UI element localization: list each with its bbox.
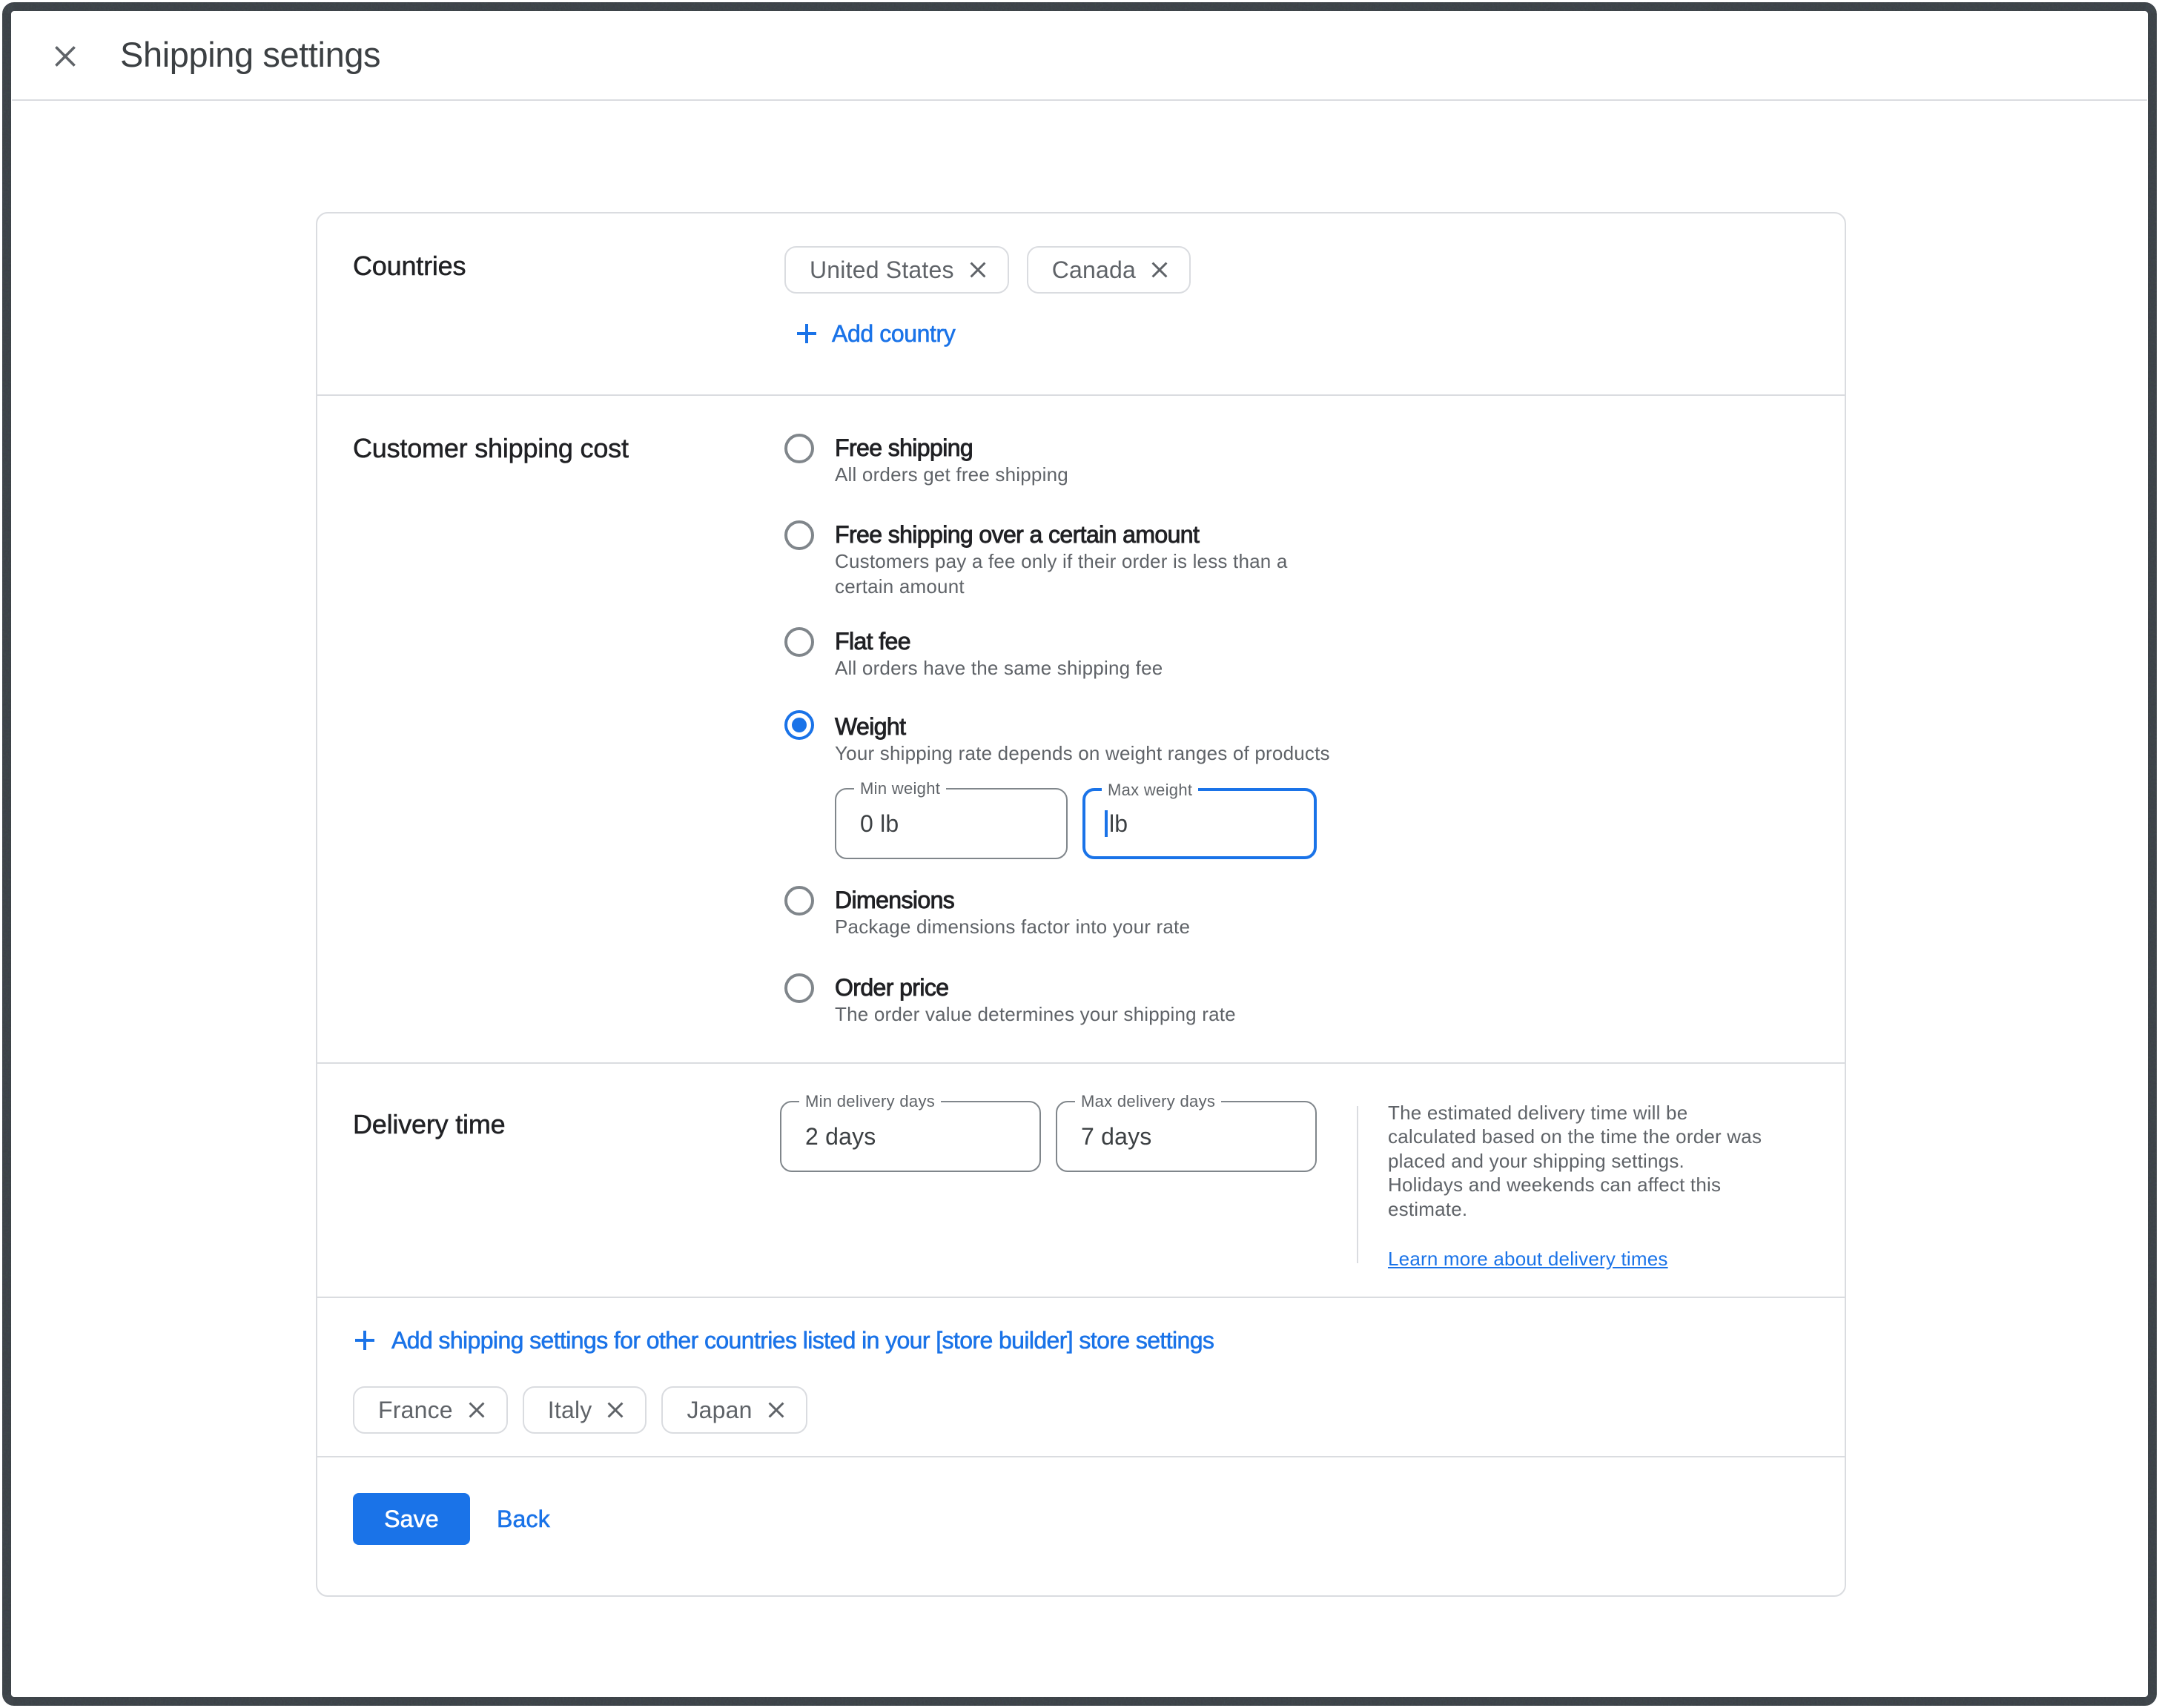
min-delivery-field[interactable]: Min delivery days 2 days [780, 1101, 1041, 1172]
option-desc: Customers pay a fee only if their order … [835, 549, 1288, 599]
option-desc: All orders have the same shipping fee [835, 655, 1163, 681]
delivery-time-section: Delivery time Min delivery days 2 days M… [317, 1064, 1845, 1298]
radio-unselected[interactable] [784, 520, 814, 550]
remove-chip-icon[interactable] [767, 1401, 785, 1419]
plus-icon [796, 323, 817, 344]
max-weight-value: lb [1105, 791, 1128, 856]
add-country-button[interactable]: Add country [784, 319, 1191, 348]
min-weight-field[interactable]: Min weight 0 lb [835, 788, 1068, 859]
delivery-note: The estimated delivery time will be calc… [1388, 1101, 1877, 1271]
option-label: Weight [835, 712, 1330, 741]
option-weight[interactable]: Weight Your shipping rate depends on wei… [784, 712, 1330, 859]
plus-icon [354, 1330, 375, 1351]
add-shipping-settings-label: Add shipping settings for other countrie… [391, 1325, 1214, 1355]
chip-label: Italy [548, 1397, 592, 1424]
option-label: Free shipping [835, 434, 1068, 462]
chip-united-states[interactable]: United States [784, 246, 1009, 294]
radio-unselected[interactable] [784, 434, 814, 463]
close-icon[interactable] [55, 46, 76, 67]
remove-chip-icon[interactable] [969, 261, 987, 279]
save-button[interactable]: Save [353, 1493, 470, 1545]
chip-france[interactable]: France [353, 1386, 508, 1434]
countries-label: Countries [353, 246, 784, 394]
shipping-cost-options: Free shipping All orders get free shippi… [784, 428, 1330, 1062]
min-weight-value: 0 lb [860, 790, 899, 858]
add-country-label: Add country [832, 319, 955, 348]
learn-more-link[interactable]: Learn more about delivery times [1388, 1247, 1668, 1271]
remove-chip-icon[interactable] [468, 1401, 486, 1419]
delivery-time-label: Delivery time [353, 1096, 784, 1297]
option-order-price[interactable]: Order price The order value determines y… [784, 973, 1330, 1027]
min-delivery-value: 2 days [805, 1102, 876, 1171]
other-countries-section: Add shipping settings for other countrie… [317, 1298, 1845, 1457]
option-label: Dimensions [835, 886, 1190, 914]
chip-label: Canada [1052, 256, 1136, 284]
other-country-chips: France Italy Japan [353, 1386, 1809, 1434]
vertical-divider [1357, 1106, 1358, 1263]
back-link[interactable]: Back [497, 1493, 550, 1545]
chip-japan[interactable]: Japan [661, 1386, 807, 1434]
radio-unselected[interactable] [784, 973, 814, 1003]
option-label: Free shipping over a certain amount [835, 520, 1288, 549]
shipping-cost-label: Customer shipping cost [353, 428, 784, 1062]
remove-chip-icon[interactable] [1151, 261, 1168, 279]
delivery-fields: Min delivery days 2 days Max delivery da… [780, 1101, 1317, 1297]
option-free-over-amount[interactable]: Free shipping over a certain amount Cust… [784, 520, 1330, 599]
remove-chip-icon[interactable] [606, 1401, 624, 1419]
settings-card: Countries United States Canada Add count… [316, 212, 1846, 1597]
shipping-cost-section: Customer shipping cost Free shipping All… [317, 396, 1845, 1064]
chip-label: Japan [687, 1397, 752, 1424]
radio-unselected[interactable] [784, 627, 814, 657]
page-title: Shipping settings [120, 10, 380, 99]
option-free-shipping[interactable]: Free shipping All orders get free shippi… [784, 434, 1330, 487]
header: Shipping settings [12, 12, 2147, 101]
option-desc: All orders get free shipping [835, 462, 1068, 487]
option-desc: Package dimensions factor into your rate [835, 914, 1190, 939]
delivery-note-text: The estimated delivery time will be calc… [1388, 1101, 1877, 1221]
option-desc: The order value determines your shipping… [835, 1002, 1236, 1027]
countries-section: Countries United States Canada Add count… [317, 214, 1845, 396]
text-caret [1105, 810, 1108, 837]
chip-label: France [378, 1397, 453, 1424]
add-shipping-settings-button[interactable]: Add shipping settings for other countrie… [354, 1325, 1809, 1355]
radio-selected[interactable] [784, 710, 814, 740]
option-label: Flat fee [835, 627, 1163, 655]
footer-section: Save Back [317, 1457, 1845, 1595]
chip-label: United States [810, 256, 954, 284]
option-flat-fee[interactable]: Flat fee All orders have the same shippi… [784, 627, 1330, 681]
chip-canada[interactable]: Canada [1027, 246, 1191, 294]
option-desc: Your shipping rate depends on weight ran… [835, 741, 1330, 766]
max-delivery-field[interactable]: Max delivery days 7 days [1056, 1101, 1317, 1172]
chip-italy[interactable]: Italy [523, 1386, 647, 1434]
radio-unselected[interactable] [784, 886, 814, 916]
max-delivery-value: 7 days [1081, 1102, 1151, 1171]
option-dimensions[interactable]: Dimensions Package dimensions factor int… [784, 886, 1330, 939]
weight-fields: Min weight 0 lb Max weight lb [835, 788, 1330, 859]
max-weight-field[interactable]: Max weight lb [1082, 788, 1317, 859]
country-chips: United States Canada [784, 246, 1191, 294]
countries-controls: United States Canada Add country [784, 246, 1191, 394]
shipping-settings-page: Shipping settings Countries United State… [0, 0, 2159, 1708]
option-label: Order price [835, 973, 1236, 1002]
